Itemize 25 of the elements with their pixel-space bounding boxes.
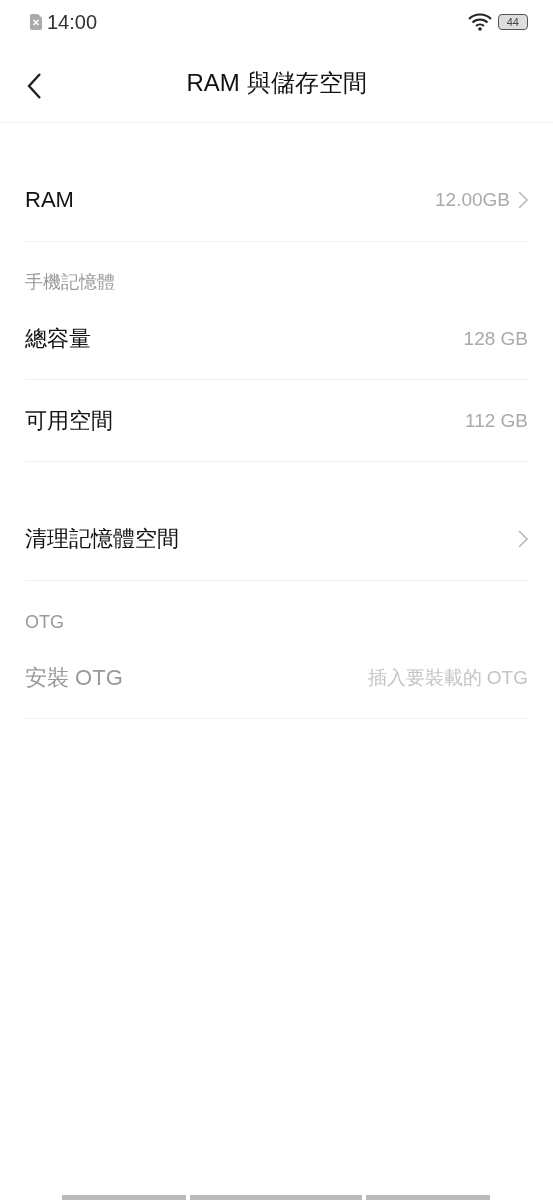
- row-label: 安裝 OTG: [25, 663, 123, 692]
- wifi-icon: [467, 13, 492, 31]
- row-label: 清理記憶體空間: [25, 525, 179, 553]
- settings-row[interactable]: RAM 12.00GB: [25, 159, 528, 242]
- gesture-bar[interactable]: [366, 1195, 490, 1200]
- row-label: 總容量: [25, 324, 91, 353]
- section-title: OTG: [24, 611, 65, 634]
- chevron-icon: [518, 191, 528, 209]
- settings-row[interactable]: 清理記憶體空間: [25, 498, 528, 581]
- row-value: 12.00GB: [435, 189, 510, 211]
- row-value: 128 GB: [463, 327, 528, 350]
- chevron-icon: [518, 530, 528, 548]
- row-value: 插入要裝載的 OTG: [367, 665, 528, 690]
- page-title: RAM 與儲存空間: [186, 68, 367, 98]
- row-value: 112 GB: [464, 409, 528, 432]
- sim-icon: [30, 14, 42, 30]
- battery-indicator: 44: [497, 14, 528, 30]
- status-time: 14:00: [47, 10, 98, 34]
- row-label: RAM: [25, 187, 74, 213]
- settings-row[interactable]: 總容量 128 GB: [25, 298, 528, 380]
- gesture-bar[interactable]: [62, 1195, 186, 1200]
- row-label: 可用空間: [25, 406, 113, 435]
- settings-row[interactable]: 可用空間 112 GB: [25, 380, 528, 462]
- gesture-bar[interactable]: [190, 1195, 362, 1200]
- section-title: 手機記憶體: [24, 271, 116, 294]
